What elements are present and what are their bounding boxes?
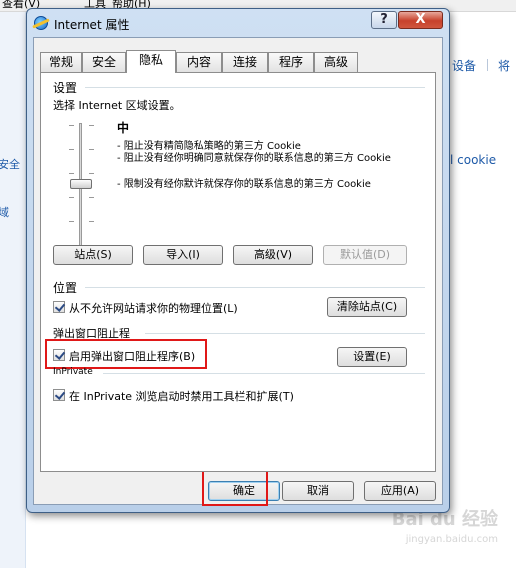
right-link[interactable]: 将	[498, 57, 510, 74]
watermark-url: jingyan.baidu.com	[405, 534, 498, 545]
dialog-titlebar[interactable]: Internet 属性 ? X	[27, 9, 449, 37]
privacy-description-3: - 限制没有经你默许就保存你的联系信息的第三方 Cookie	[117, 179, 371, 190]
slider-tick	[89, 125, 94, 126]
link-separator	[487, 59, 488, 71]
highlight-box-popup	[45, 339, 207, 369]
sidebar-item-security[interactable]: 安全	[0, 156, 20, 172]
location-checkbox-label[interactable]: 从不允许网站请求你的物理位置(L)	[69, 300, 238, 316]
close-button[interactable]: X	[398, 11, 443, 29]
slider-tick	[69, 149, 74, 150]
clear-sites-button[interactable]: 清除站点(C)	[327, 297, 407, 317]
watermark: Bai du 经验 jingyan.baidu.com	[392, 510, 498, 550]
popup-group-line	[145, 333, 425, 334]
privacy-panel: 设置 选择 Internet 区域设置。 中 - 阻止没有精简隐私策略的第三方 …	[40, 72, 436, 472]
slider-tick	[89, 173, 94, 174]
highlight-box-ok	[202, 470, 268, 506]
slider-tick	[69, 197, 74, 198]
sidebar-item-region[interactable]: 域	[0, 204, 9, 220]
slider-tick	[89, 197, 94, 198]
internet-explorer-icon	[34, 16, 48, 30]
slider-tick	[69, 125, 74, 126]
privacy-description-1: - 阻止没有精简隐私策略的第三方 Cookie	[117, 141, 301, 152]
devices-link[interactable]: 设备	[452, 57, 476, 74]
privacy-level: 中	[117, 121, 130, 135]
popup-settings-button[interactable]: 设置(E)	[337, 347, 407, 367]
tab-programs[interactable]: 程序	[268, 52, 314, 72]
settings-group-label: 设置	[53, 81, 78, 95]
inprivate-group-line	[103, 373, 425, 374]
tab-content[interactable]: 内容	[176, 52, 222, 72]
tab-privacy[interactable]: 隐私	[126, 50, 176, 73]
browser-sidebar: 安全 域	[0, 12, 26, 568]
privacy-description-2: - 阻止没有经你明确同意就保存你的联系信息的第三方 Cookie	[117, 153, 391, 164]
inprivate-checkbox[interactable]	[53, 389, 65, 401]
cancel-button[interactable]: 取消	[282, 481, 354, 501]
dialog-client: 常规 安全 隐私 内容 连接 程序 高级 设置 选择 Internet 区域设置…	[33, 37, 443, 506]
dialog-title: Internet 属性	[54, 18, 130, 32]
settings-group-line	[85, 87, 425, 88]
settings-instruction: 选择 Internet 区域设置。	[53, 99, 181, 112]
location-group-line	[85, 287, 425, 288]
tab-general[interactable]: 常规	[40, 52, 82, 72]
inprivate-checkbox-label[interactable]: 在 InPrivate 浏览启动时禁用工具栏和扩展(T)	[69, 388, 294, 404]
location-checkbox[interactable]	[53, 301, 65, 313]
sites-button[interactable]: 站点(S)	[53, 245, 133, 265]
slider-tick	[69, 173, 74, 174]
slider-tick	[89, 221, 94, 222]
tab-security[interactable]: 安全	[82, 52, 126, 72]
location-group-label: 位置	[53, 281, 78, 295]
slider-tick	[69, 221, 74, 222]
help-button[interactable]: ?	[371, 11, 397, 29]
tab-connections[interactable]: 连接	[222, 52, 268, 72]
default-button[interactable]: 默认值(D)	[323, 245, 407, 265]
slider-tick	[89, 149, 94, 150]
cookie-link[interactable]: l cookie	[450, 153, 496, 167]
advanced-button[interactable]: 高级(V)	[233, 245, 313, 265]
apply-button[interactable]: 应用(A)	[364, 481, 436, 501]
import-button[interactable]: 导入(I)	[143, 245, 223, 265]
inprivate-group-label: InPrivate	[53, 367, 93, 377]
slider-thumb[interactable]	[70, 179, 92, 189]
tab-advanced[interactable]: 高级	[314, 52, 358, 72]
internet-properties-dialog: Internet 属性 ? X 常规 安全 隐私 内容 连接 程序 高级 设置 …	[26, 8, 450, 513]
